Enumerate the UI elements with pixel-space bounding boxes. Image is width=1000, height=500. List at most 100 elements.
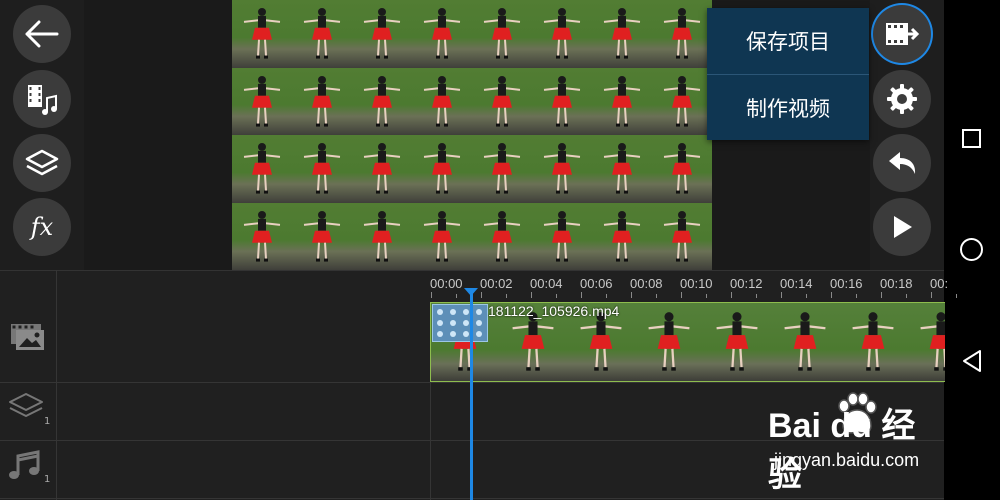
export-button[interactable] [873, 5, 931, 63]
preview-tile [292, 135, 352, 203]
effects-button[interactable]: fx [13, 198, 71, 256]
ruler-minor-tick [556, 294, 557, 298]
ruler-tick [831, 292, 832, 298]
preview-tile [412, 135, 472, 203]
ruler-minor-tick [506, 294, 507, 298]
ruler-tick-label: 00:14 [780, 276, 813, 291]
system-nav-bar [944, 0, 1000, 500]
preview-tile [412, 202, 472, 270]
save-project-menu-item[interactable]: 保存项目 [707, 8, 869, 74]
ruler-tick [781, 292, 782, 298]
ruler-tick-label: 00:16 [830, 276, 863, 291]
ruler-tick [531, 292, 532, 298]
preview-tile [352, 202, 412, 270]
fx-icon: fx [30, 213, 54, 241]
make-video-menu-item[interactable]: 制作视频 [707, 75, 869, 141]
overlay-track-count: 1 [44, 416, 51, 427]
preview-tile [292, 0, 352, 68]
ruler-minor-tick [956, 294, 957, 298]
track-column-separator [56, 270, 57, 500]
watermark: Bai du 经验 jingyan.baidu.com [768, 392, 944, 494]
ruler-tick-label: 00:00 [430, 276, 463, 291]
ruler-minor-tick [706, 294, 707, 298]
ruler-tick [931, 292, 932, 298]
clip-frame [771, 303, 839, 381]
time-ruler[interactable]: 00:00 00:02 00:04 00:06 00:08 00:10 00:12 00:14… [430, 270, 957, 298]
preview-tile [232, 202, 292, 270]
preview-tile [352, 67, 412, 135]
ruler-tick-label: 00:04 [530, 276, 563, 291]
clip-filename: 181122_105926.mp4 [488, 303, 620, 319]
undo-button[interactable] [873, 134, 931, 192]
preview-tile [592, 202, 652, 270]
right-toolbar [870, 0, 944, 270]
preview-tile [292, 202, 352, 270]
film-export-icon [886, 23, 920, 45]
back-triangle-icon[interactable] [961, 349, 983, 373]
back-button[interactable] [13, 5, 71, 63]
settings-button[interactable] [873, 70, 931, 128]
audio-track-count: 1 [44, 474, 51, 485]
ruler-tick [431, 292, 432, 298]
ruler-tick-label: 00: [930, 276, 949, 291]
overlay-layer-icon [9, 393, 43, 417]
ruler-tick-label: 00:06 [580, 276, 613, 291]
preview-tile [232, 67, 292, 135]
playhead[interactable] [470, 292, 473, 500]
play-button[interactable] [873, 198, 931, 256]
clip-thumbnail-pattern [437, 309, 482, 337]
ruler-tick [581, 292, 582, 298]
ruler-minor-tick [656, 294, 657, 298]
media-button[interactable] [13, 70, 71, 128]
clip-thumbnail [432, 304, 488, 342]
left-toolbar: fx [0, 0, 84, 270]
layers-button[interactable] [13, 134, 71, 192]
preview-tile [472, 0, 532, 68]
preview-tile [652, 202, 712, 270]
layers-icon [25, 149, 59, 176]
preview-tile [592, 0, 652, 68]
preview-tile [532, 202, 592, 270]
clip-frame [635, 303, 703, 381]
preview-tile [472, 135, 532, 203]
play-icon [894, 216, 912, 238]
gear-icon [887, 84, 917, 114]
export-menu: 保存项目 制作视频 [707, 8, 869, 140]
ruler-tick [731, 292, 732, 298]
ruler-tick [681, 292, 682, 298]
preview-tile [472, 67, 532, 135]
watermark-url: jingyan.baidu.com [774, 450, 920, 470]
ruler-minor-tick [756, 294, 757, 298]
clip-frame [703, 303, 771, 381]
ruler-tick [881, 292, 882, 298]
preview-tile [412, 67, 472, 135]
preview-tile [592, 135, 652, 203]
preview-tile [292, 67, 352, 135]
video-preview [232, 0, 712, 270]
clip-frame [839, 303, 907, 381]
ruler-tick-label: 00:10 [680, 276, 713, 291]
home-icon[interactable] [960, 238, 983, 261]
ruler-tick-label: 00:18 [880, 276, 913, 291]
back-arrow-icon [25, 20, 59, 48]
preview-tile [532, 67, 592, 135]
video-track-icon [11, 324, 44, 350]
recents-icon[interactable] [962, 129, 981, 148]
preview-tile [532, 135, 592, 203]
ruler-tick-label: 00:02 [480, 276, 513, 291]
preview-tile [472, 202, 532, 270]
ruler-minor-tick [606, 294, 607, 298]
preview-tile [652, 135, 712, 203]
preview-tile [352, 0, 412, 68]
ruler-tick [481, 292, 482, 298]
media-music-icon [28, 85, 57, 115]
preview-tile [412, 0, 472, 68]
undo-icon [889, 152, 916, 174]
ruler-minor-tick [806, 294, 807, 298]
ruler-minor-tick [856, 294, 857, 298]
preview-tile [232, 135, 292, 203]
preview-tile [232, 0, 292, 68]
music-note-icon [9, 450, 40, 479]
ruler-tick-label: 00:12 [730, 276, 763, 291]
preview-tile [652, 67, 712, 135]
